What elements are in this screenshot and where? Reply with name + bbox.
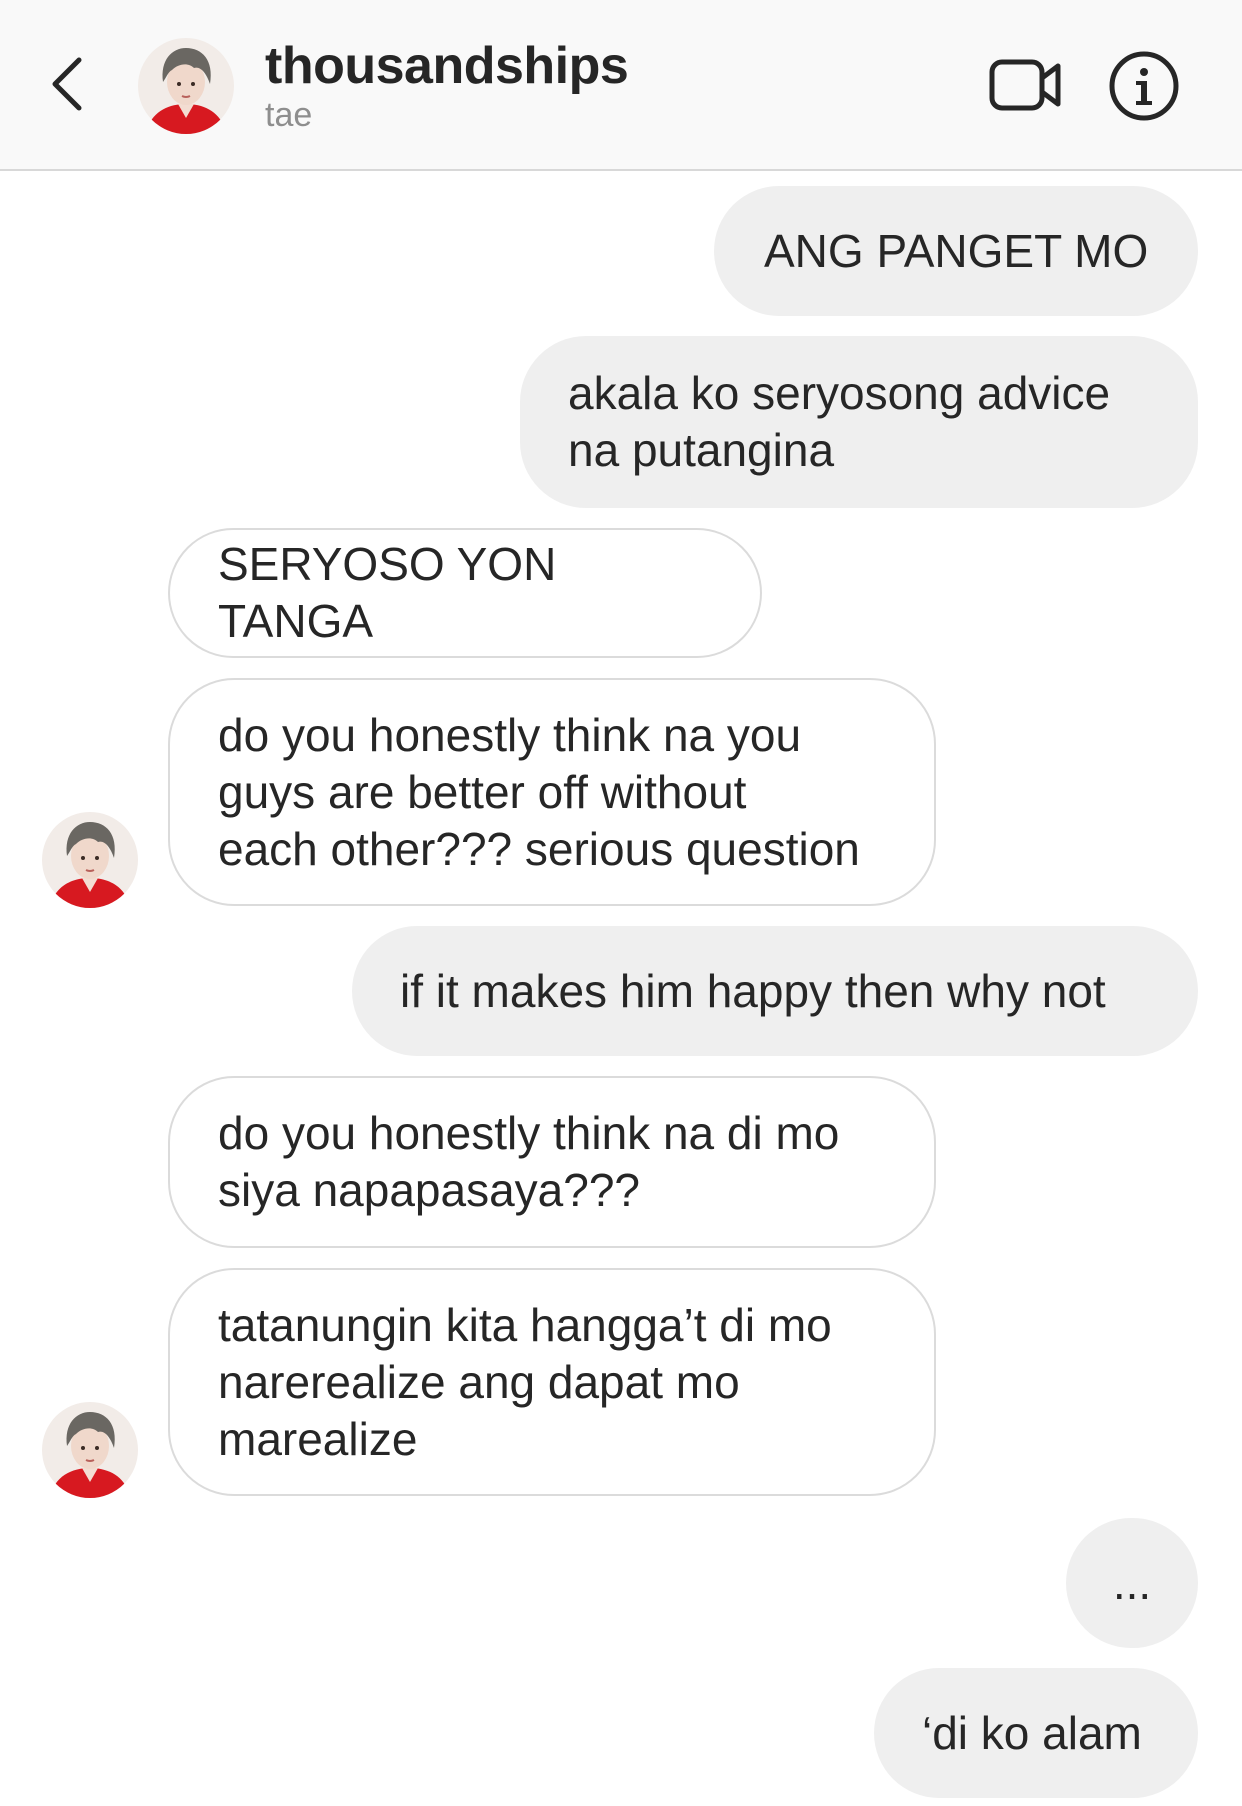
message-text: do you honestly think na you guys are be…	[218, 708, 860, 875]
message-bubble-outgoing[interactable]: ‘di ko alam	[874, 1668, 1198, 1798]
info-button[interactable]	[1106, 48, 1182, 124]
message-bubble-outgoing[interactable]: ANG PANGET MO	[714, 186, 1198, 316]
page-title[interactable]: thousandships	[265, 36, 629, 96]
message-bubble-incoming[interactable]: tatanungin kita hangga’t di mo narereali…	[168, 1268, 936, 1496]
message-text: SERYOSO YON TANGA	[218, 538, 569, 647]
avatar[interactable]	[138, 38, 234, 134]
back-button[interactable]	[42, 52, 90, 116]
message-text: tatanungin kita hangga’t di mo narereali…	[218, 1298, 832, 1465]
message-bubble-incoming[interactable]: do you honestly think na you guys are be…	[168, 678, 936, 906]
message-text: akala ko seryosong advice na putangina	[568, 367, 1111, 476]
message-bubble-incoming[interactable]: SERYOSO YON TANGA	[168, 528, 762, 658]
message-bubble-incoming[interactable]: do you honestly think na di mo siya napa…	[168, 1076, 936, 1248]
message-bubble-outgoing[interactable]: akala ko seryosong advice na putangina	[520, 336, 1198, 508]
video-call-button[interactable]	[986, 50, 1066, 120]
message-text: ANG PANGET MO	[764, 224, 1149, 277]
message-bubble-outgoing[interactable]: if it makes him happy then why not	[352, 926, 1198, 1056]
message-text: ‘di ko alam	[922, 1706, 1142, 1759]
avatar[interactable]	[42, 1402, 138, 1498]
chat-header: thousandships tae	[0, 0, 1242, 171]
page-subtitle: tae	[265, 96, 313, 134]
message-bubble-outgoing[interactable]: ...	[1066, 1518, 1198, 1648]
chevron-left-icon	[52, 57, 82, 111]
message-text: ...	[1112, 1556, 1152, 1609]
message-text: if it makes him happy then why not	[400, 964, 1106, 1017]
info-icon	[1109, 51, 1179, 121]
message-text: do you honestly think na di mo siya napa…	[218, 1107, 840, 1216]
video-camera-icon	[989, 59, 1061, 111]
avatar[interactable]	[42, 812, 138, 908]
